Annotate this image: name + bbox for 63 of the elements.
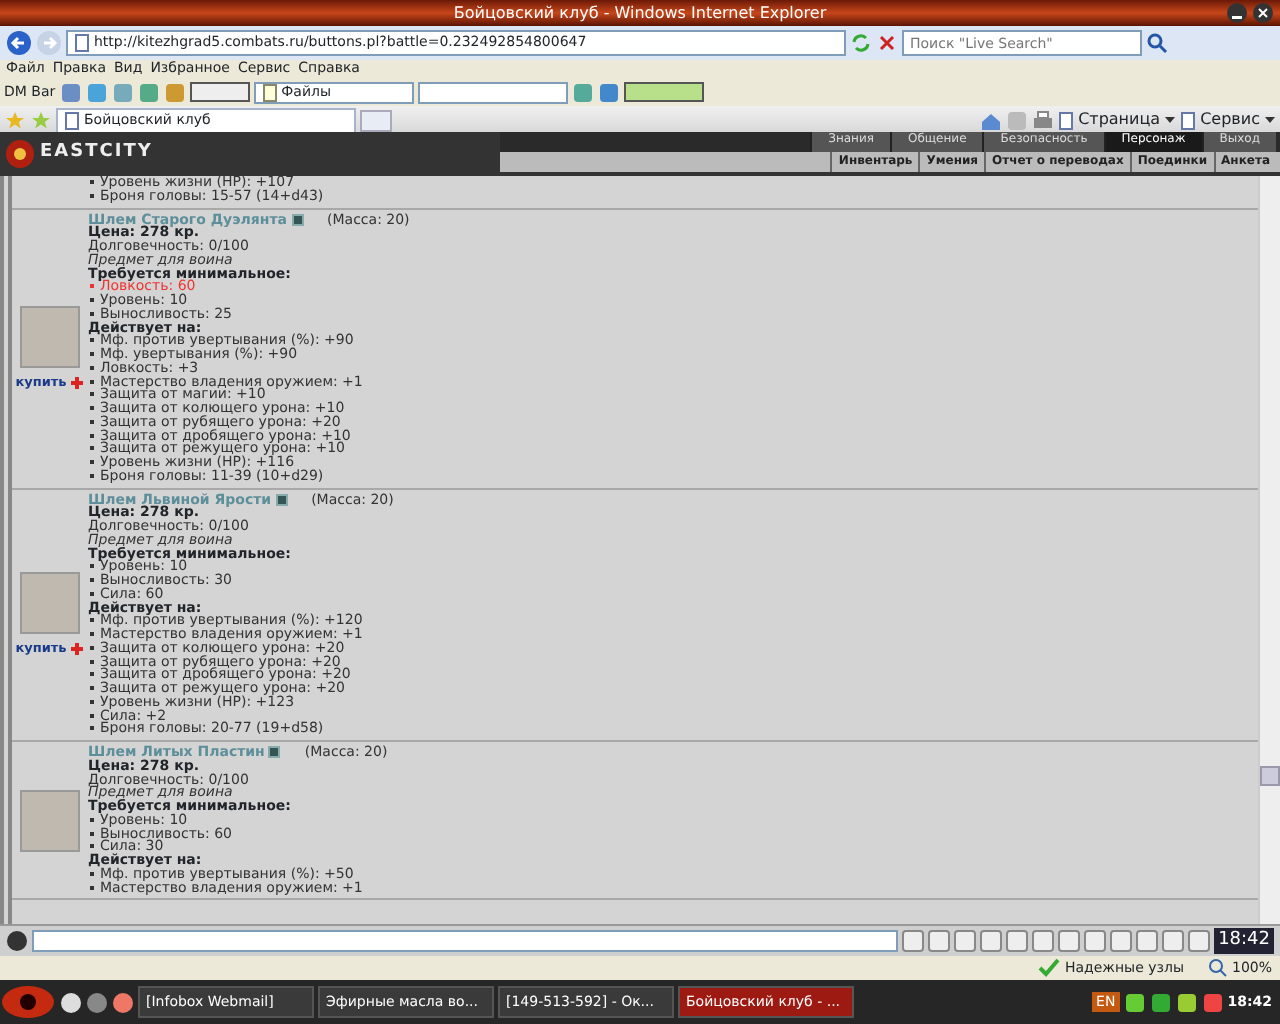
status-box — [623, 82, 704, 102]
tray-icon[interactable] — [1175, 991, 1198, 1013]
quick-launch-icon[interactable] — [60, 991, 82, 1013]
print-icon[interactable] — [1032, 110, 1055, 132]
page-icon — [1058, 111, 1075, 129]
window-title: Бойцовский клуб - Windows Internet Explorer — [453, 2, 827, 26]
new-tab-button[interactable] — [360, 110, 392, 132]
text-field[interactable] — [417, 81, 568, 103]
caret-icon — [1264, 114, 1276, 126]
toolbar-button[interactable] — [597, 81, 620, 103]
quick-launch-icon[interactable] — [112, 991, 134, 1013]
command-label: Страница — [1078, 108, 1161, 132]
chat-user-icon[interactable] — [6, 930, 28, 952]
chat-tool-button[interactable] — [1162, 930, 1185, 952]
chat-tool-button[interactable] — [980, 930, 1003, 952]
chat-tool-button[interactable] — [1136, 930, 1159, 952]
chat-tool-button[interactable] — [1110, 930, 1133, 952]
chat-tool-button[interactable] — [928, 930, 951, 952]
info-icon[interactable] — [275, 493, 288, 506]
toolbar-button[interactable] — [59, 81, 82, 103]
chat-tool-button[interactable] — [1006, 930, 1029, 952]
chat-tool-button[interactable] — [902, 930, 925, 952]
plus-icon[interactable] — [70, 642, 85, 657]
chat-tool-button[interactable] — [1058, 930, 1081, 952]
chat-tool-button[interactable] — [954, 930, 977, 952]
tray-icon[interactable] — [1149, 991, 1172, 1013]
chat-input[interactable] — [32, 930, 899, 952]
start-button[interactable] — [0, 984, 56, 1020]
refresh-icon[interactable] — [850, 32, 872, 54]
tray-icon[interactable] — [1123, 991, 1146, 1013]
star-icon[interactable] — [4, 110, 26, 132]
item-image-placeholder — [20, 789, 80, 852]
command-button[interactable]: Страница — [1058, 108, 1177, 132]
feed-icon[interactable] — [1006, 110, 1029, 132]
item-image-placeholder — [20, 306, 80, 368]
tray-icon[interactable] — [1201, 991, 1224, 1013]
page-icon — [74, 34, 90, 52]
command-label: Сервис — [1200, 108, 1260, 132]
page-icon — [64, 112, 80, 130]
clock-text: 18:42 — [1214, 927, 1274, 955]
document-icon — [261, 83, 278, 101]
logo-text: EASTCITY — [40, 140, 153, 167]
add-favorite-icon[interactable] — [30, 110, 52, 132]
info-icon[interactable] — [268, 746, 281, 759]
plus-icon[interactable] — [70, 376, 85, 390]
page-icon — [1180, 111, 1197, 129]
logo-emblem-icon — [4, 138, 36, 170]
check-icon — [1038, 958, 1061, 978]
search-icon[interactable] — [1146, 32, 1168, 54]
chat-tool-button[interactable] — [1032, 930, 1055, 952]
zoom-icon[interactable] — [1207, 958, 1228, 978]
stop-icon[interactable] — [876, 32, 898, 54]
scrollbar[interactable] — [1258, 176, 1280, 924]
chat-tool-button[interactable] — [1084, 930, 1107, 952]
back-button[interactable] — [6, 30, 32, 56]
command-button[interactable]: Сервис — [1180, 108, 1276, 132]
item-image-placeholder — [20, 572, 80, 635]
info-icon[interactable] — [291, 213, 304, 226]
chat-tool-button[interactable] — [1188, 930, 1211, 952]
minimize-button[interactable] — [1226, 2, 1248, 24]
toolbar-button[interactable] — [189, 82, 250, 102]
close-button[interactable] — [1252, 2, 1274, 24]
caret-icon — [1164, 114, 1177, 126]
